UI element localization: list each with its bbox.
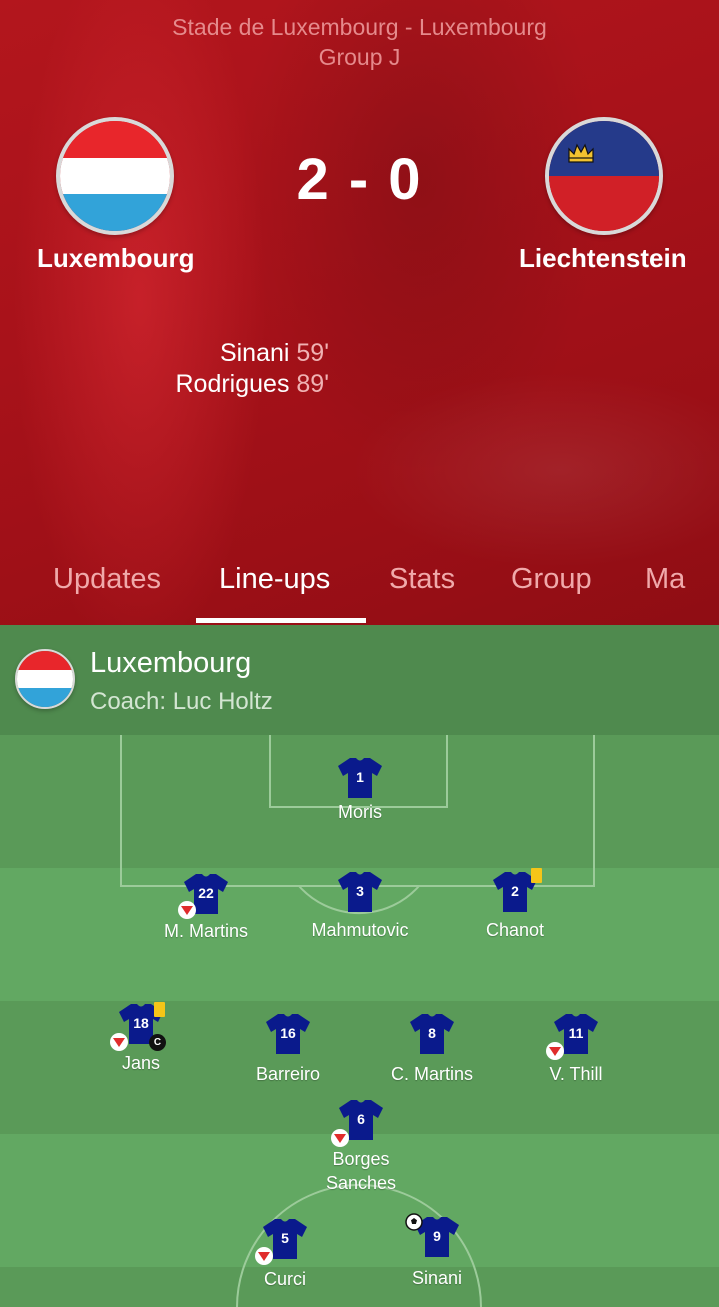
home-goal-scorers: Sinani 59' Rodrigues 89' xyxy=(176,338,330,400)
lineup-team-name: Luxembourg xyxy=(90,647,252,679)
shirt-icon: 11 xyxy=(546,1012,600,1060)
player-name: Moris xyxy=(338,802,382,822)
substitution-off-icon xyxy=(110,1033,128,1051)
shirt-number: 5 xyxy=(281,1230,289,1246)
player-card[interactable]: 22 M. Martins xyxy=(141,872,271,943)
goal-scorer: Sinani 59' xyxy=(176,338,329,369)
shirt-icon: 8 xyxy=(408,1012,456,1056)
shirt-number: 8 xyxy=(428,1025,436,1041)
player-name: Mahmutovic xyxy=(311,920,409,940)
substitution-off-icon xyxy=(255,1247,273,1265)
substitution-off-icon xyxy=(331,1129,349,1147)
player-name: Curci xyxy=(263,1269,306,1289)
shirt-number: 6 xyxy=(357,1111,365,1127)
player-name: M. Martins xyxy=(163,921,248,941)
goal-scorer: Rodrigues 89' xyxy=(176,369,330,400)
player-card[interactable]: 2 Chanot xyxy=(450,868,580,942)
venue-label: Stade de Luxembourg - Luxembourg xyxy=(172,14,547,40)
shirt-number: 11 xyxy=(568,1025,584,1041)
player-card[interactable]: 18 C Jans xyxy=(76,1002,206,1075)
goal-minute: 59' xyxy=(296,339,329,367)
shirt-icon: 3 xyxy=(336,870,384,914)
shirt-icon: 18 C xyxy=(110,1002,166,1051)
shirt-icon: 1 xyxy=(336,756,384,800)
shirt-number: 1 xyxy=(356,769,364,785)
tab-matches[interactable]: Ma xyxy=(645,563,685,596)
player-name: C. Martins xyxy=(390,1064,473,1084)
shirt-number: 22 xyxy=(198,885,214,901)
substitution-off-icon xyxy=(178,901,196,919)
shirt-icon: 22 xyxy=(178,872,230,919)
coach-label: Coach: Luc Holtz xyxy=(90,688,273,715)
player-card[interactable]: 3 Mahmutovic xyxy=(295,870,425,942)
player-name: Chanot xyxy=(485,920,545,940)
player-card[interactable]: 11 V. Thill xyxy=(511,1012,641,1086)
player-card[interactable]: 16 Barreiro xyxy=(223,1012,353,1086)
shirt-number: 2 xyxy=(511,883,519,899)
player-name: Sinani xyxy=(411,1268,463,1288)
home-team-name[interactable]: Luxembourg xyxy=(37,243,194,274)
scorer-name: Sinani xyxy=(219,339,290,367)
player-name: Borges xyxy=(332,1149,390,1169)
player-card[interactable]: 5 Curci xyxy=(220,1217,350,1291)
tab-bar: Updates Line-ups Stats Group Ma xyxy=(0,555,719,625)
lineup-team-bar xyxy=(0,625,719,735)
match-score: 2 - 0 xyxy=(296,147,423,212)
player-card[interactable]: 6 Borges Sanches xyxy=(296,1098,426,1195)
tab-lineups[interactable]: Line-ups xyxy=(219,563,330,596)
shirt-icon: 5 xyxy=(255,1217,309,1265)
shirt-icon: 9 xyxy=(405,1213,461,1259)
goal-ball-icon xyxy=(405,1213,423,1231)
match-header: Stade de Luxembourg - Luxembourg Group J… xyxy=(0,0,719,625)
player-name: Jans xyxy=(121,1053,161,1073)
yellow-card-icon xyxy=(531,868,542,883)
shirt-number: 18 xyxy=(133,1015,149,1031)
player-card[interactable]: 1 Moris xyxy=(295,756,425,824)
lineup-flag-icon xyxy=(15,649,75,709)
tab-stats[interactable]: Stats xyxy=(389,563,455,596)
goal-minute: 89' xyxy=(296,370,329,398)
player-name: Sanches xyxy=(325,1173,397,1193)
shirt-number: 3 xyxy=(356,883,364,899)
player-card[interactable]: 9 Sinani xyxy=(372,1213,502,1290)
player-name: V. Thill xyxy=(549,1064,603,1084)
yellow-card-icon xyxy=(154,1002,165,1017)
player-card[interactable]: 8 C. Martins xyxy=(367,1012,497,1086)
shirt-icon: 16 xyxy=(264,1012,312,1056)
shirt-icon: 2 xyxy=(491,868,542,914)
group-label: Group J xyxy=(318,44,401,70)
tab-group[interactable]: Group xyxy=(511,563,592,596)
scorer-name: Rodrigues xyxy=(175,370,290,398)
tab-updates[interactable]: Updates xyxy=(53,563,161,596)
away-team-name[interactable]: Liechtenstein xyxy=(519,243,687,274)
player-name: Barreiro xyxy=(255,1064,321,1084)
captain-badge: C xyxy=(149,1034,166,1051)
shirt-number: 16 xyxy=(280,1025,296,1041)
shirt-icon: 6 xyxy=(331,1098,385,1147)
active-tab-indicator xyxy=(196,618,366,623)
substitution-off-icon xyxy=(546,1042,564,1060)
